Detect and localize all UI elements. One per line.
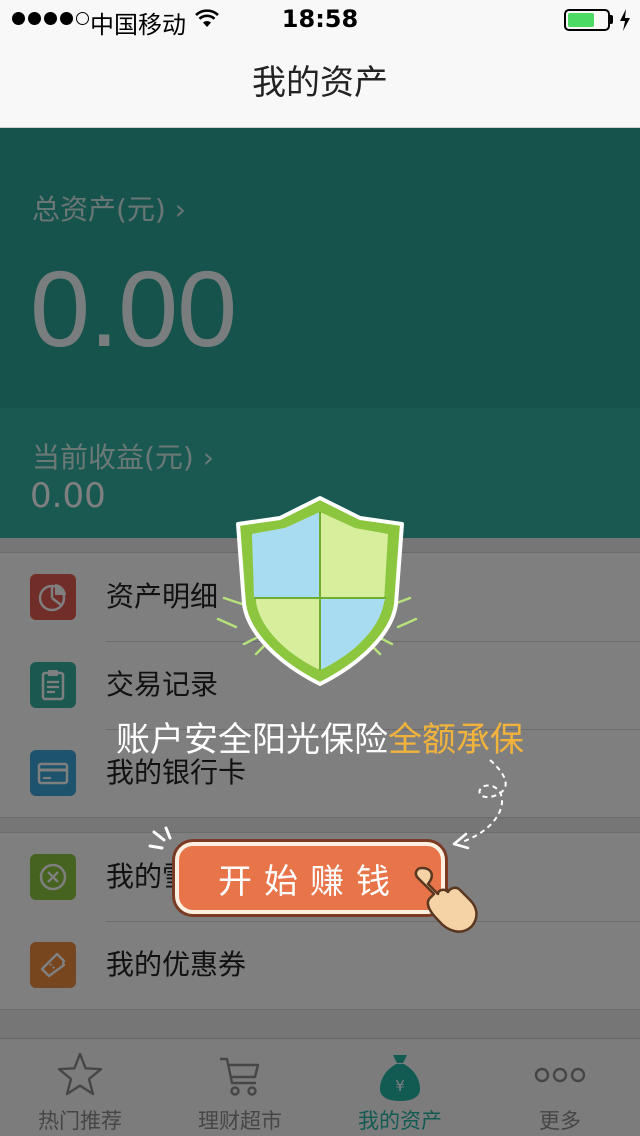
clock: 18:58 xyxy=(281,5,359,33)
promo-text-main: 账户安全阳光保险 xyxy=(116,720,388,760)
curved-arrow-icon xyxy=(452,759,507,850)
start-earning-label: 开始赚钱 xyxy=(218,861,402,902)
battery-icon xyxy=(564,9,610,31)
pointing-hand-icon xyxy=(414,866,478,933)
page-title: 我的资产 xyxy=(252,63,388,103)
promo-headline: 账户安全阳光保险全额承保 xyxy=(0,712,640,761)
charging-bolt-icon xyxy=(620,9,630,31)
navigation-bar: 我的资产 xyxy=(0,40,640,128)
shield-icon xyxy=(216,496,418,686)
promo-text-highlight: 全额承保 xyxy=(388,720,524,760)
status-bar: 中国移动 18:58 xyxy=(0,0,640,40)
start-earning-button[interactable]: 开始赚钱 xyxy=(175,842,445,914)
